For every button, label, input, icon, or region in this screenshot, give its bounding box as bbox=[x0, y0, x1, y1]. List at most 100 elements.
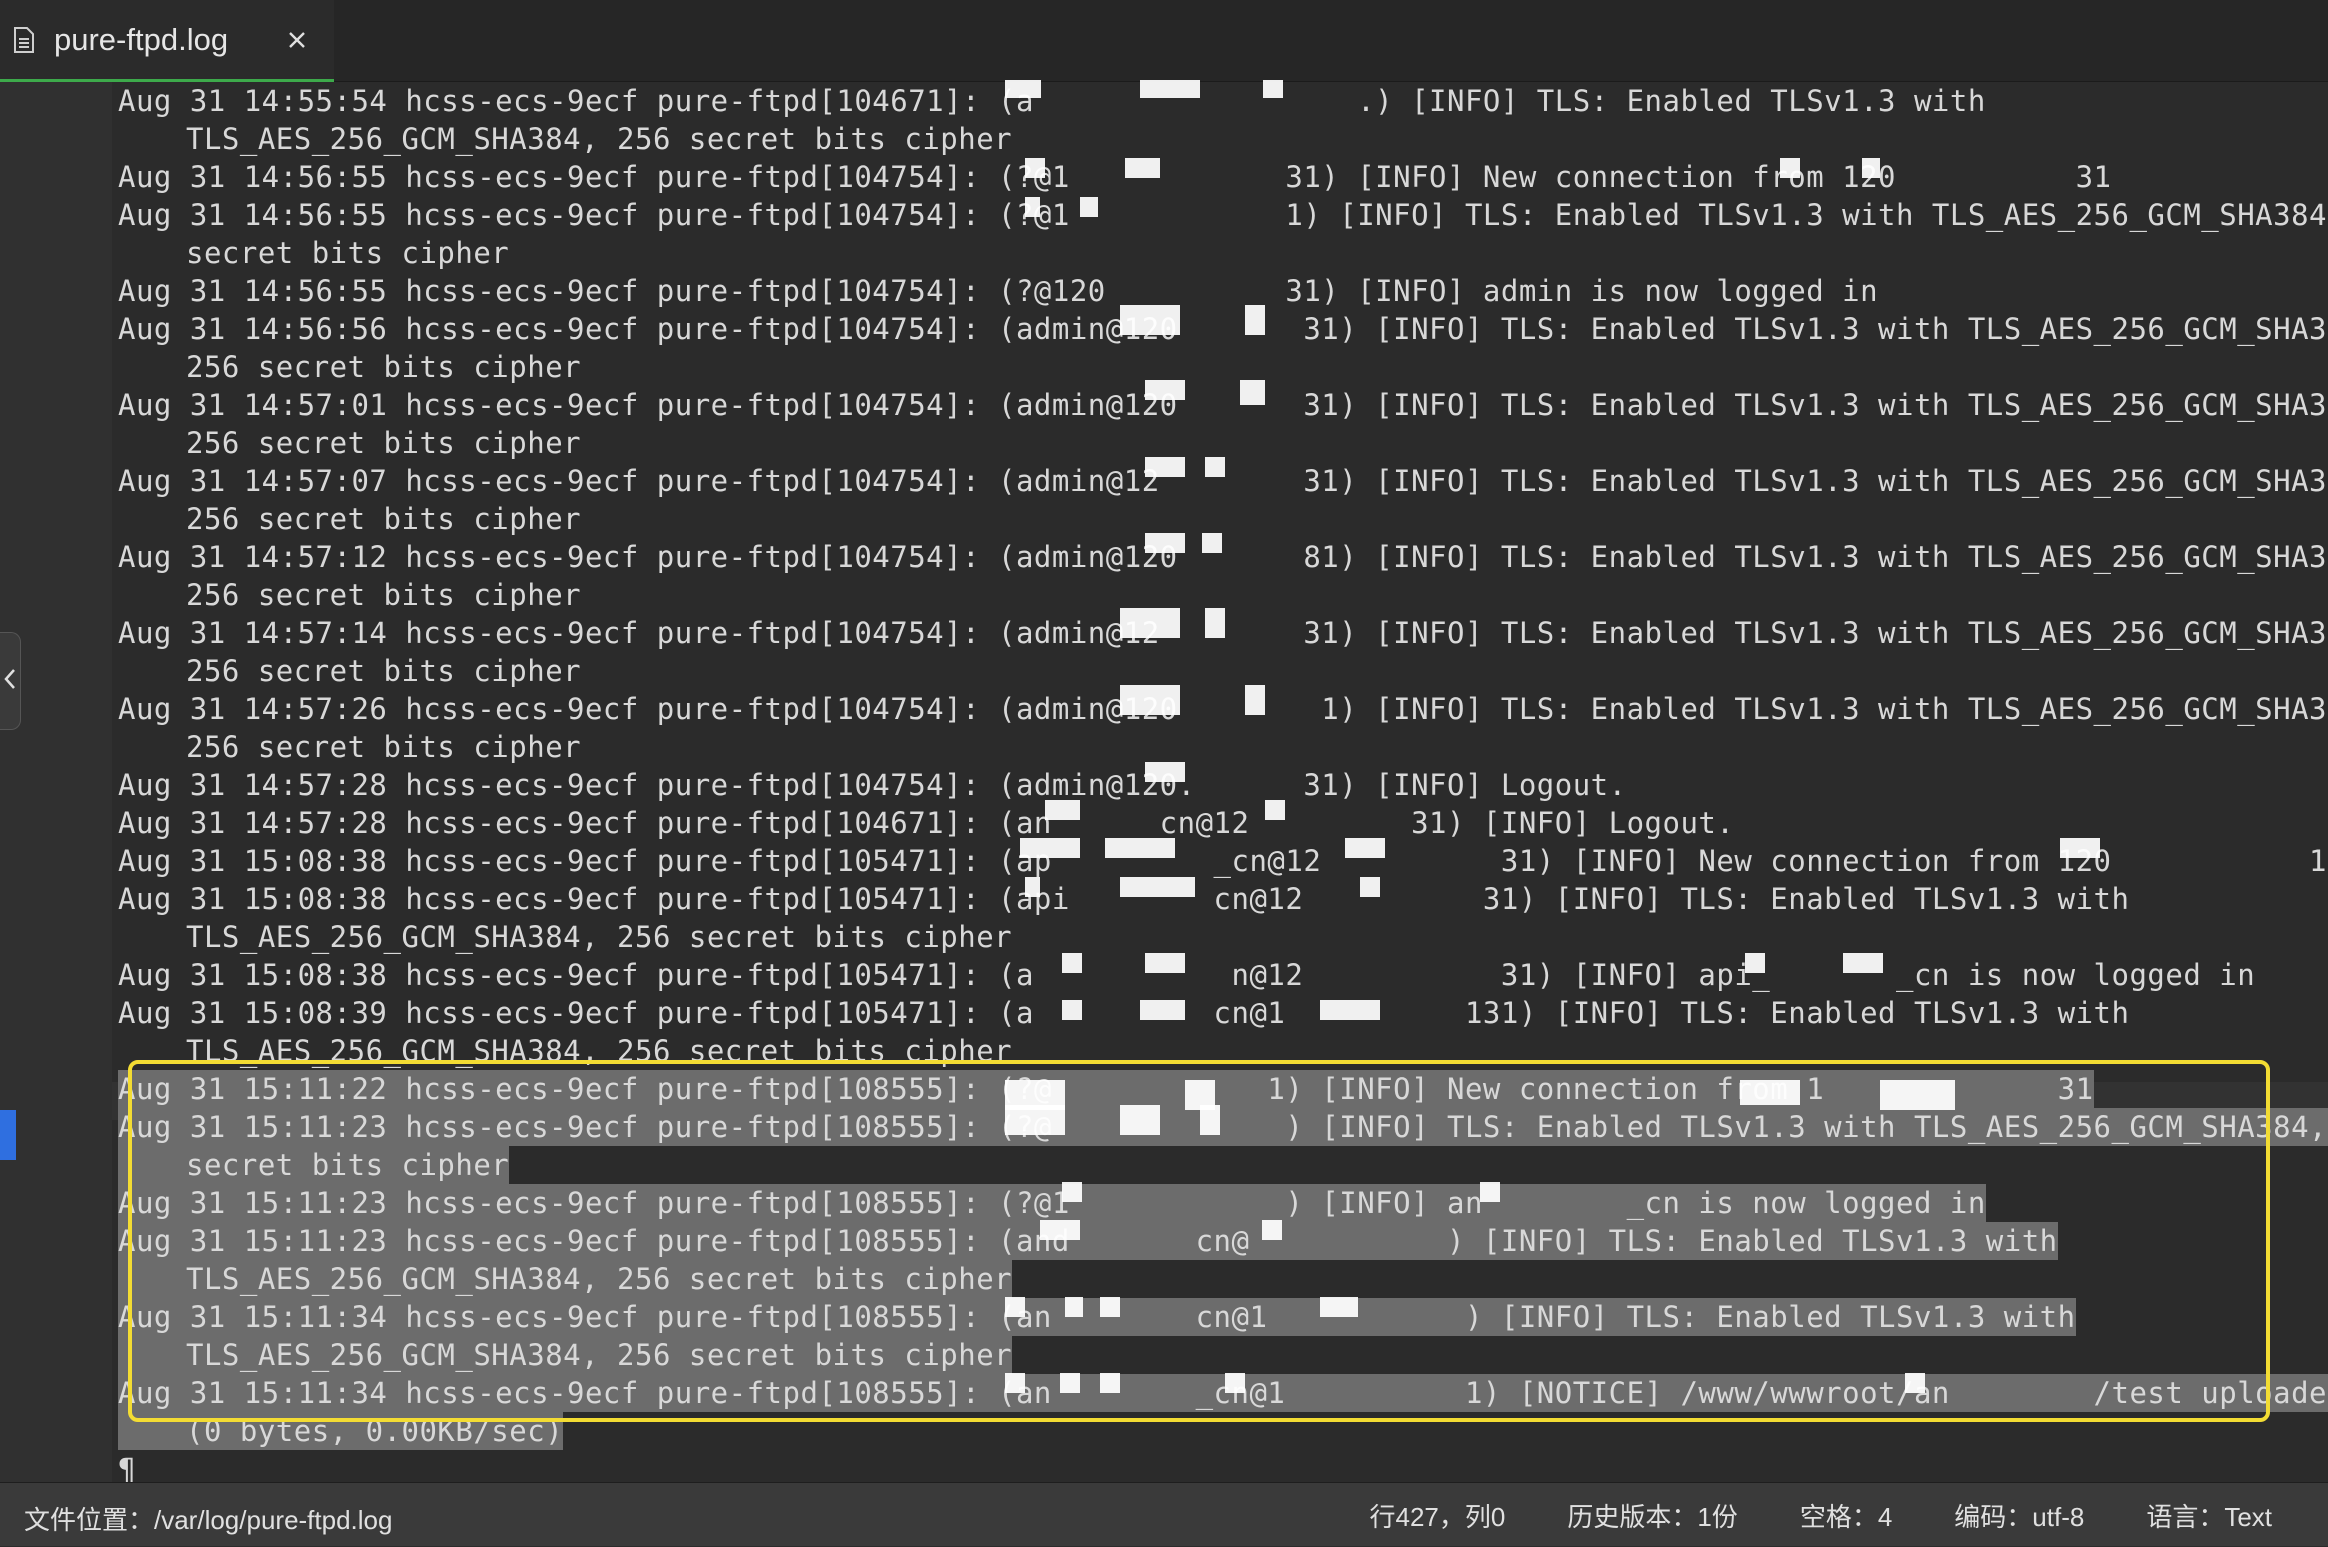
log-line[interactable]: 418Aug 31 14:57:12 hcss-ecs-9ecf pure-ft… bbox=[118, 538, 2328, 576]
log-line-continuation[interactable]: TLS_AES_256_GCM_SHA384, 256 secret bits … bbox=[118, 1260, 2328, 1298]
redaction-mask bbox=[1100, 1297, 1120, 1317]
redaction-mask bbox=[1145, 457, 1185, 477]
code-area[interactable]: 411Aug 31 14:55:54 hcss-ecs-9ecf pure-ft… bbox=[118, 82, 2328, 1482]
log-line[interactable]: 429Aug 31 15:11:23 hcss-ecs-9ecf pure-ft… bbox=[118, 1184, 2328, 1222]
redaction-mask bbox=[1780, 158, 1800, 178]
redaction-mask bbox=[1005, 1105, 1065, 1135]
redaction-mask bbox=[1080, 197, 1098, 217]
redaction-mask bbox=[1240, 380, 1265, 405]
redaction-mask bbox=[1862, 158, 1880, 178]
log-line-continuation[interactable]: 256 secret bits cipher bbox=[118, 728, 2328, 766]
language-setting[interactable]: 语言：Text bbox=[2146, 1497, 2272, 1534]
log-line-continuation[interactable]: TLS_AES_256_GCM_SHA384, 256 secret bits … bbox=[118, 1336, 2328, 1374]
redaction-mask bbox=[1145, 762, 1185, 782]
redaction-mask bbox=[1360, 877, 1380, 897]
log-line[interactable]: 423Aug 31 15:08:38 hcss-ecs-9ecf pure-ft… bbox=[118, 842, 2328, 880]
log-line-continuation[interactable]: (0 bytes, 0.00KB/sec) bbox=[118, 1412, 2328, 1450]
log-line[interactable]: 425Aug 31 15:08:38 hcss-ecs-9ecf pure-ft… bbox=[118, 956, 2328, 994]
line-text: 256 secret bits cipher bbox=[186, 350, 582, 384]
log-line-continuation[interactable]: TLS_AES_256_GCM_SHA384, 256 secret bits … bbox=[118, 1032, 2328, 1070]
log-line[interactable]: 416Aug 31 14:57:01 hcss-ecs-9ecf pure-ft… bbox=[118, 386, 2328, 424]
redaction-mask bbox=[1005, 80, 1041, 98]
log-line[interactable]: 415Aug 31 14:56:56 hcss-ecs-9ecf pure-ft… bbox=[118, 310, 2328, 348]
log-line-continuation[interactable]: secret bits cipher bbox=[118, 234, 2328, 272]
collapse-panel-handle[interactable] bbox=[0, 632, 21, 730]
close-icon[interactable] bbox=[282, 25, 312, 55]
redaction-mask bbox=[1120, 685, 1180, 715]
redaction-mask bbox=[1245, 685, 1265, 715]
redaction-mask bbox=[1880, 1080, 1955, 1110]
line-text: Aug 31 14:57:26 hcss-ecs-9ecf pure-ftpd[… bbox=[118, 692, 2328, 726]
log-line[interactable]: 431Aug 31 15:11:34 hcss-ecs-9ecf pure-ft… bbox=[118, 1298, 2328, 1336]
log-line-continuation[interactable]: 256 secret bits cipher bbox=[118, 348, 2328, 386]
tab-pure-ftpd-log[interactable]: pure-ftpd.log bbox=[0, 0, 334, 82]
log-line[interactable]: 414Aug 31 14:56:55 hcss-ecs-9ecf pure-ft… bbox=[118, 272, 2328, 310]
cursor-position[interactable]: 行427，列0 bbox=[1370, 1497, 1506, 1534]
log-line[interactable]: 424Aug 31 15:08:38 hcss-ecs-9ecf pure-ft… bbox=[118, 880, 2328, 918]
tab-bar: pure-ftpd.log bbox=[0, 0, 2328, 82]
redaction-mask bbox=[2060, 838, 2100, 858]
tab-title: pure-ftpd.log bbox=[54, 21, 229, 57]
line-text: Aug 31 15:11:34 hcss-ecs-9ecf pure-ftpd[… bbox=[118, 1374, 2328, 1412]
redaction-mask bbox=[1263, 80, 1283, 98]
log-line[interactable]: 420Aug 31 14:57:26 hcss-ecs-9ecf pure-ft… bbox=[118, 690, 2328, 728]
history-versions[interactable]: 历史版本：1份 bbox=[1567, 1497, 1737, 1534]
line-text: Aug 31 15:11:23 hcss-ecs-9ecf pure-ftpd[… bbox=[118, 1222, 2058, 1260]
log-line[interactable]: 426Aug 31 15:08:39 hcss-ecs-9ecf pure-ft… bbox=[118, 994, 2328, 1032]
redaction-mask bbox=[1843, 953, 1883, 973]
side-badge[interactable] bbox=[0, 1110, 16, 1160]
log-line-continuation[interactable]: secret bits cipher bbox=[118, 1146, 2328, 1184]
redaction-mask bbox=[1480, 1182, 1500, 1202]
encoding-setting[interactable]: 编码：utf-8 bbox=[1954, 1497, 2084, 1534]
line-text: Aug 31 15:11:23 hcss-ecs-9ecf pure-ftpd[… bbox=[118, 1184, 1986, 1222]
redaction-mask bbox=[1145, 380, 1185, 400]
editor[interactable]: 411Aug 31 14:55:54 hcss-ecs-9ecf pure-ft… bbox=[0, 82, 2328, 1482]
redaction-mask bbox=[1205, 608, 1225, 638]
log-line[interactable]: 421Aug 31 14:57:28 hcss-ecs-9ecf pure-ft… bbox=[118, 766, 2328, 804]
redaction-mask bbox=[1320, 1297, 1358, 1317]
log-line[interactable]: 413Aug 31 14:56:55 hcss-ecs-9ecf pure-ft… bbox=[118, 196, 2328, 234]
line-text: Aug 31 14:56:56 hcss-ecs-9ecf pure-ftpd[… bbox=[118, 312, 2328, 346]
line-text: Aug 31 15:11:34 hcss-ecs-9ecf pure-ftpd[… bbox=[118, 1298, 2076, 1336]
redaction-mask bbox=[1202, 533, 1222, 553]
line-text: Aug 31 14:57:12 hcss-ecs-9ecf pure-ftpd[… bbox=[118, 540, 2328, 574]
indent-setting[interactable]: 空格：4 bbox=[1800, 1497, 1892, 1534]
log-line-continuation[interactable]: TLS_AES_256_GCM_SHA384, 256 secret bits … bbox=[118, 918, 2328, 956]
redaction-mask bbox=[1345, 838, 1385, 858]
redaction-mask bbox=[1320, 1000, 1380, 1020]
line-text: ¶ bbox=[118, 1452, 136, 1482]
line-text: Aug 31 14:57:01 hcss-ecs-9ecf pure-ftpd[… bbox=[118, 388, 2328, 422]
log-line[interactable]: 430Aug 31 15:11:23 hcss-ecs-9ecf pure-ft… bbox=[118, 1222, 2328, 1260]
log-line[interactable]: 428Aug 31 15:11:23 hcss-ecs-9ecf pure-ft… bbox=[118, 1108, 2328, 1146]
redaction-mask bbox=[1140, 80, 1200, 98]
log-line[interactable]: 422Aug 31 14:57:28 hcss-ecs-9ecf pure-ft… bbox=[118, 804, 2328, 842]
log-line-continuation[interactable]: TLS_AES_256_GCM_SHA384, 256 secret bits … bbox=[118, 120, 2328, 158]
line-text: Aug 31 15:08:38 hcss-ecs-9ecf pure-ftpd[… bbox=[118, 844, 2328, 878]
line-text: Aug 31 14:57:28 hcss-ecs-9ecf pure-ftpd[… bbox=[118, 806, 1735, 840]
log-line[interactable]: 432Aug 31 15:11:34 hcss-ecs-9ecf pure-ft… bbox=[118, 1374, 2328, 1412]
log-line-continuation[interactable]: 256 secret bits cipher bbox=[118, 500, 2328, 538]
line-text: 256 secret bits cipher bbox=[186, 502, 582, 536]
line-text: Aug 31 14:56:55 hcss-ecs-9ecf pure-ftpd[… bbox=[118, 274, 1879, 308]
log-line[interactable]: 433¶ bbox=[118, 1450, 2328, 1482]
redaction-mask bbox=[1145, 533, 1185, 553]
redaction-mask bbox=[1060, 1373, 1080, 1393]
line-text: Aug 31 14:55:54 hcss-ecs-9ecf pure-ftpd[… bbox=[118, 84, 1986, 118]
redaction-mask bbox=[1025, 197, 1040, 217]
redaction-mask bbox=[1125, 158, 1160, 178]
redaction-mask bbox=[1062, 1000, 1082, 1020]
redaction-mask bbox=[1120, 305, 1180, 335]
redaction-mask bbox=[1225, 1373, 1245, 1393]
log-line[interactable]: 411Aug 31 14:55:54 hcss-ecs-9ecf pure-ft… bbox=[118, 82, 2328, 120]
line-text: TLS_AES_256_GCM_SHA384, 256 secret bits … bbox=[186, 122, 1013, 156]
redaction-mask bbox=[1140, 1000, 1185, 1020]
log-line[interactable]: 427Aug 31 15:11:22 hcss-ecs-9ecf pure-ft… bbox=[118, 1070, 2328, 1108]
log-line[interactable]: 412Aug 31 14:56:55 hcss-ecs-9ecf pure-ft… bbox=[118, 158, 2328, 196]
line-text: Aug 31 14:57:28 hcss-ecs-9ecf pure-ftpd[… bbox=[118, 768, 1627, 802]
redaction-mask bbox=[1020, 838, 1080, 858]
status-bar: 文件位置：/var/log/pure-ftpd.log 行427，列0 历史版本… bbox=[0, 1482, 2328, 1546]
redaction-mask bbox=[1200, 1105, 1220, 1135]
line-text: (0 bytes, 0.00KB/sec) bbox=[118, 1412, 564, 1450]
log-line-continuation[interactable]: 256 secret bits cipher bbox=[118, 652, 2328, 690]
redaction-mask bbox=[1740, 1080, 1800, 1105]
